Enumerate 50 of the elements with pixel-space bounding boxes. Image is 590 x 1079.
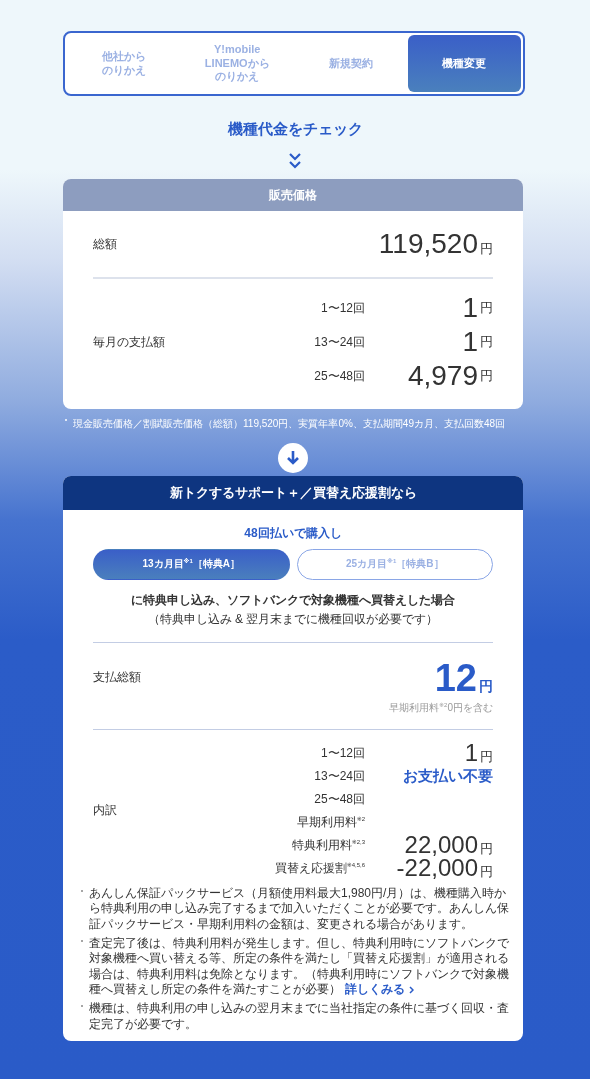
currency-unit: 円: [480, 747, 493, 766]
row-label: 内訳: [93, 802, 118, 820]
currency-unit: 円: [479, 677, 493, 696]
option-toggle[interactable]: 25カ月目$^{※1}$［特典B］: [296, 548, 493, 580]
footnote-text: 現金販売価格／割賦販売価格（総額）119,520円、実質年率0%、支払期間49カ月、支払回数48回: [73, 417, 506, 431]
condition-note: （特典申し込み & 翌月末までに機種回収が必要です）: [146, 610, 440, 628]
footnote-text: 査定完了後は、特典利用料が発生します。但し、特典利用時にソフトバンクで対象機種へ買い替える等、所定の条件を満たし「買替え応援割」が適用される場合は、特典利用料は免除となります。（特典利用時にソフトバンクで対象機種へ買替えし所定の条件を満たすことが必要） 詳しくみる: [89, 935, 510, 998]
row-label: 総額: [93, 235, 117, 253]
row-label: 毎月の支払額: [93, 333, 166, 351]
breakdown-label: 買替え応援割$^{※4,5,6}$: [273, 859, 365, 877]
price-amount: 22,000: [404, 832, 478, 857]
breakdown-label: 早期利用料$^{※2}$: [295, 813, 365, 831]
breakdown-label: 13〜24回: [313, 767, 365, 785]
period-label: 1〜12回: [319, 299, 365, 317]
currency-unit: 円: [480, 839, 493, 858]
condition-text: に特典申し込み、ソフトバンクで対象機種へ買替えした場合: [130, 591, 456, 609]
currency-unit: 円: [480, 367, 493, 385]
tab[interactable]: 新規契約: [294, 35, 408, 92]
period-label: 25〜48回: [313, 367, 365, 385]
free-label: お支払い不要: [403, 766, 493, 786]
price-amount: -22,000: [396, 855, 478, 880]
price-amount: 1: [462, 328, 478, 356]
footnote-text: あんしん保証パックサービス（月額使用料最大1,980円/月）は、機種購入時から特典利用の申し込み完了するまで加入いただくことが必要です。あんしん保証パックサービス・早期利用料の金額は、変更される場合があります。: [89, 885, 510, 933]
price-amount: 119,520: [378, 230, 478, 258]
breakdown-label: 25〜48回: [313, 790, 365, 808]
price-amount: 1: [462, 294, 478, 322]
breakdown-label: 特典利用料$^{※2,3}$: [290, 836, 365, 854]
card-header: 新トクするサポート＋／買替え応援割なら: [63, 475, 523, 510]
price-amount: 4,979: [407, 362, 478, 390]
currency-unit: 円: [480, 299, 493, 317]
double-chevron-down-icon: [289, 152, 301, 170]
details-link[interactable]: 詳しくみる: [345, 982, 414, 998]
currency-unit: 円: [480, 333, 493, 351]
section-heading: 機種代金をチェック: [227, 120, 363, 139]
price-amount: 12: [434, 658, 477, 697]
tab[interactable]: 機種変更: [407, 35, 521, 92]
option-toggle[interactable]: 13カ月目$^{※1}$［特典A］: [93, 548, 290, 580]
period-label: 13〜24回: [313, 333, 365, 351]
tab[interactable]: Y!mobile LINEMOから のりかえ: [180, 35, 294, 92]
price-amount: 1: [464, 740, 478, 765]
currency-unit: 円: [480, 862, 493, 881]
footnote-text: 機種は、特典利用の申し込みの翌月末までに当社指定の条件に基づく回収・査定完了が必要です。: [89, 1001, 510, 1033]
row-label: 支払総額: [93, 669, 141, 686]
tab[interactable]: 他社から のりかえ: [67, 35, 181, 92]
chevron-right-icon: [409, 986, 414, 995]
breakdown-label: 1〜12回: [319, 744, 365, 762]
card-header: 販売価格: [63, 179, 523, 211]
fee-note: 早期利用料$^{※2}$0円を含む: [388, 700, 493, 715]
currency-unit: 円: [480, 240, 493, 258]
subtitle: 48回払いで購入し: [243, 524, 343, 542]
